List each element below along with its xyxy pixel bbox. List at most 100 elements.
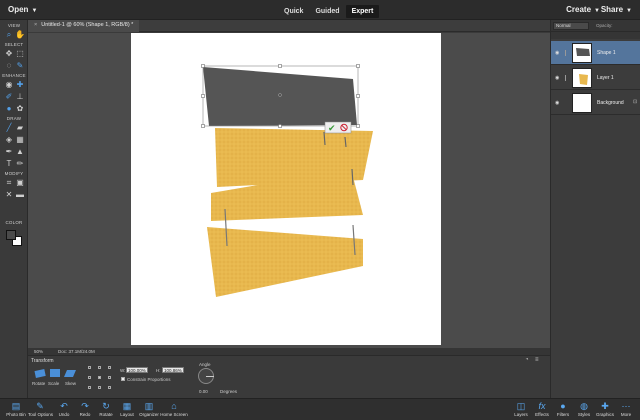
transform-handle[interactable] xyxy=(356,124,360,128)
crop-tool-icon[interactable]: ⌗ xyxy=(4,178,14,188)
transform-handle[interactable] xyxy=(201,64,205,68)
marquee-tool-icon[interactable]: ⬚ xyxy=(15,49,25,59)
straighten-tool-icon[interactable]: ▬ xyxy=(15,190,25,200)
transform-handle[interactable] xyxy=(278,124,282,128)
height-field[interactable]: 100.86% xyxy=(162,367,184,373)
document-canvas[interactable]: ✔ xyxy=(131,33,441,345)
rotate-icon[interactable] xyxy=(33,367,47,379)
paint-bucket-tool-icon[interactable]: ◈ xyxy=(4,135,14,145)
help-icon[interactable]: ◔ xyxy=(525,357,529,363)
eraser-tool-icon[interactable]: ▰ xyxy=(15,123,25,133)
layer-row-background[interactable]: ◉ Background ⊡ xyxy=(551,91,640,115)
smart-brush-tool-icon[interactable]: ✐ xyxy=(4,92,14,102)
content-aware-move-tool-icon[interactable]: ✕ xyxy=(4,190,14,200)
type-tool-icon[interactable]: T xyxy=(4,159,14,169)
scale-icon[interactable] xyxy=(48,367,62,379)
status-bar: 50% Doc: 37.1M/24.0M xyxy=(28,348,550,355)
visibility-eye-icon[interactable]: ◉ xyxy=(555,50,559,56)
sponge-tool-icon[interactable]: ✿ xyxy=(15,104,25,114)
width-field[interactable]: 100.00% xyxy=(126,367,148,373)
layer-name: Background xyxy=(597,100,624,106)
tab-guided[interactable]: Guided xyxy=(309,5,345,18)
visibility-eye-icon[interactable]: ◉ xyxy=(555,75,559,81)
reference-point[interactable] xyxy=(98,366,101,369)
home-screen-button[interactable]: ⌂ Home Screen xyxy=(160,400,188,417)
layout-icon: ▦ xyxy=(122,401,132,411)
tool-options-button[interactable]: ✎ Tool Options xyxy=(28,400,54,417)
transform-handle[interactable] xyxy=(201,124,205,128)
canvas-area[interactable]: ✔ xyxy=(28,33,550,348)
gradient-tool-icon[interactable]: ▦ xyxy=(15,135,25,145)
tool-options-bar: Transform Rotate Scale Skew W: 100.00% H… xyxy=(28,355,550,398)
reference-point[interactable] xyxy=(108,366,111,369)
reference-point-center[interactable] xyxy=(98,376,101,379)
color-picker-tool-icon[interactable]: ✒ xyxy=(4,147,14,157)
document-tab-strip: × Untitled-1 @ 60% (Shape 1, RGB/8) * xyxy=(28,20,550,32)
brush-tool-icon[interactable]: ╱ xyxy=(4,123,14,133)
more-button[interactable]: ⋯ More xyxy=(614,400,638,417)
tab-quick[interactable]: Quick xyxy=(278,5,309,18)
reference-point[interactable] xyxy=(88,376,91,379)
layout-button[interactable]: ▦ Layout xyxy=(115,400,139,417)
angle-dial[interactable] xyxy=(198,368,214,384)
lasso-tool-icon[interactable]: ◌ xyxy=(4,61,14,71)
rotate-label: Rotate xyxy=(32,381,46,386)
transform-handle[interactable] xyxy=(356,94,360,98)
home-screen-label: Home Screen xyxy=(160,412,188,417)
menu-icon[interactable]: ≡ xyxy=(535,357,539,363)
organizer-label: Organizer xyxy=(139,412,159,417)
tool-options-label: Tool Options xyxy=(28,412,54,417)
transform-handle[interactable] xyxy=(278,64,282,68)
skew-icon[interactable] xyxy=(63,367,77,379)
reference-point[interactable] xyxy=(108,386,111,389)
recompose-tool-icon[interactable]: ▣ xyxy=(15,178,25,188)
artwork: ✔ xyxy=(201,64,373,297)
create-button[interactable]: Create ▼ xyxy=(566,5,600,14)
reference-point[interactable] xyxy=(88,386,91,389)
blend-mode-select[interactable]: Normal xyxy=(553,22,589,30)
constrain-proportions-checkbox[interactable] xyxy=(121,377,125,381)
pencil-tool-icon[interactable]: ✏ xyxy=(15,159,25,169)
angle-label: Angle xyxy=(199,362,211,367)
spot-healing-tool-icon[interactable]: ✚ xyxy=(15,80,25,90)
layer-row-shape-1[interactable]: ◉ Shape 1 xyxy=(551,41,640,65)
foreground-color-swatch[interactable] xyxy=(6,230,16,240)
quick-selection-tool-icon[interactable]: ✎ xyxy=(15,61,25,71)
lock-icon: ⊡ xyxy=(633,99,638,105)
layers-panel: Normal Opacity: ◉ Shape 1 ◉ Layer 1 ◉ Ba… xyxy=(550,20,640,398)
open-button[interactable]: Open ▼ xyxy=(8,5,37,14)
share-label: Share xyxy=(600,5,624,14)
more-label: More xyxy=(620,412,632,417)
organizer-button[interactable]: ▥ Organizer xyxy=(137,400,161,417)
reference-point[interactable] xyxy=(88,366,91,369)
section-view: VIEW xyxy=(7,23,21,28)
commit-check-icon[interactable]: ✔ xyxy=(328,124,336,134)
tab-expert[interactable]: Expert xyxy=(345,5,380,18)
tool-options-icon: ✎ xyxy=(36,401,44,411)
transform-handle[interactable] xyxy=(201,94,205,98)
zoom-tool-icon[interactable]: ⌕ xyxy=(4,30,14,40)
document-tab-title: Untitled-1 @ 60% (Shape 1, RGB/8) * xyxy=(41,22,134,28)
layer-row-layer-1[interactable]: ◉ Layer 1 xyxy=(551,66,640,90)
document-tab[interactable]: × Untitled-1 @ 60% (Shape 1, RGB/8) * xyxy=(28,20,140,32)
photoshop-elements-window: Open ▼ Quick Guided Expert Create ▼ Share ▼… xyxy=(0,0,640,420)
visibility-eye-icon[interactable]: ◉ xyxy=(555,100,559,106)
transform-handle[interactable] xyxy=(356,64,360,68)
custom-shape-tool-icon[interactable]: ▲ xyxy=(15,147,25,157)
photo-bin-button[interactable]: ▤ Photo Bin xyxy=(4,400,28,417)
clone-stamp-tool-icon[interactable]: ⊥ xyxy=(15,92,25,102)
blur-tool-icon[interactable]: ● xyxy=(4,104,14,114)
layer-thumbnail xyxy=(572,43,592,63)
close-icon[interactable]: × xyxy=(34,22,37,28)
eye-tool-icon[interactable]: ◉ xyxy=(4,80,14,90)
hand-tool-icon[interactable]: ✋ xyxy=(15,30,25,40)
photo-bin-label: Photo Bin xyxy=(6,412,26,417)
chevron-down-icon: ▼ xyxy=(626,8,632,14)
reference-point[interactable] xyxy=(108,376,111,379)
share-button[interactable]: Share ▼ xyxy=(601,5,632,14)
move-tool-icon[interactable]: ✥ xyxy=(4,49,14,59)
reference-point[interactable] xyxy=(98,386,101,389)
link-icon xyxy=(565,75,566,81)
layers-panel-header: Normal Opacity: xyxy=(551,20,640,32)
doc-info: Doc: 37.1M/24.0M xyxy=(58,349,95,354)
